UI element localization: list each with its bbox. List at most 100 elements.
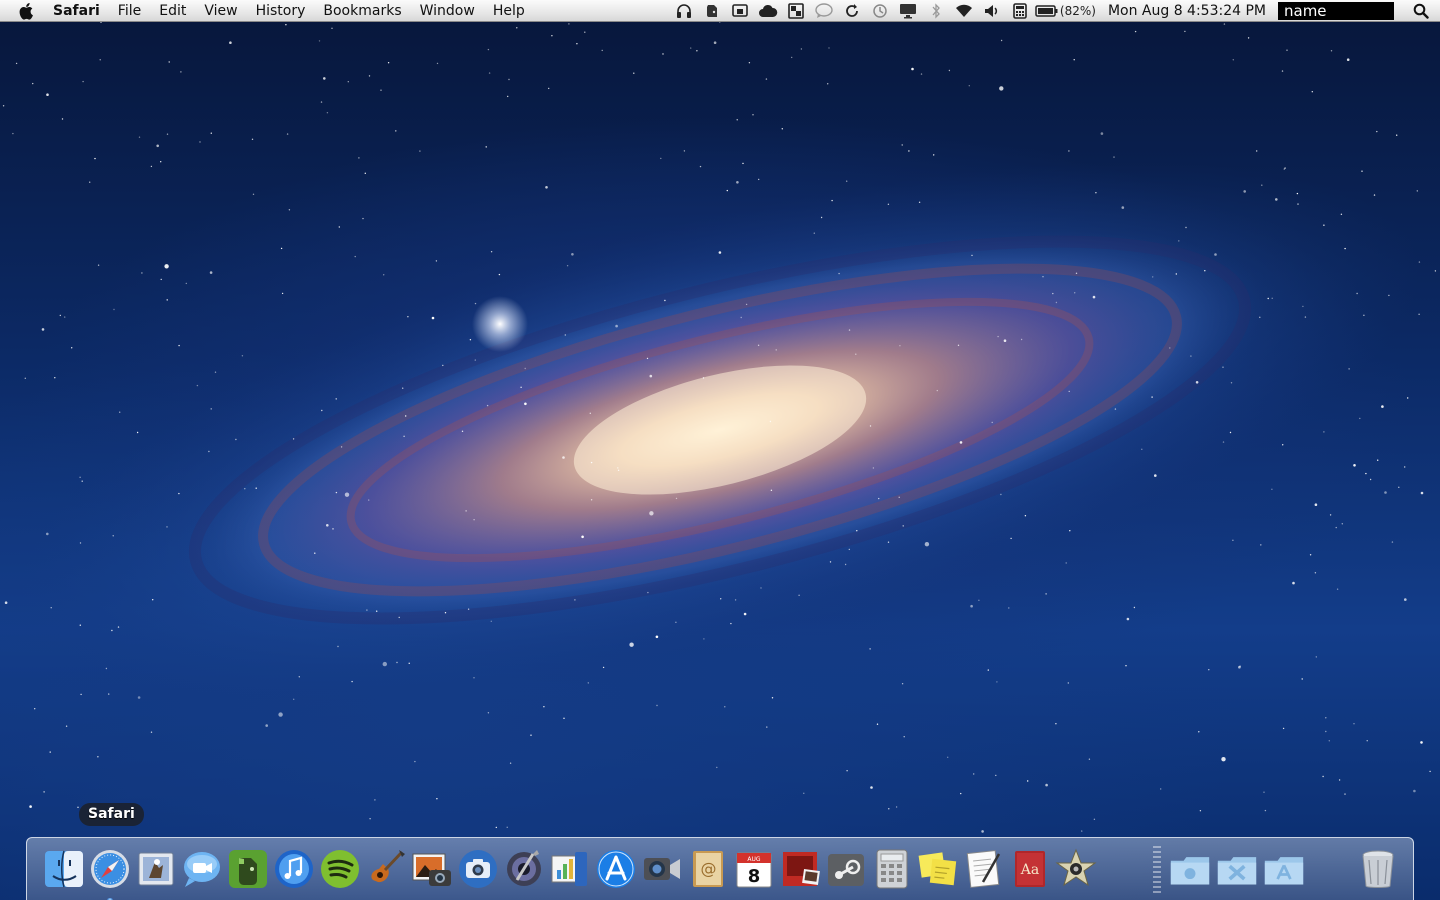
applications-stack[interactable] [1263, 848, 1309, 890]
ichat-icon[interactable] [181, 848, 223, 890]
star-dot [408, 662, 410, 664]
star-dot [1309, 554, 1312, 556]
menu-help[interactable]: Help [484, 0, 534, 22]
star-dot [995, 774, 997, 777]
star-dot [152, 599, 154, 601]
star-dot [856, 530, 858, 532]
imovie-icon[interactable] [1055, 848, 1097, 890]
star-dot [1093, 818, 1096, 820]
menu-window[interactable]: Window [411, 0, 484, 22]
volume-icon[interactable] [978, 0, 1006, 22]
star-dot [1195, 381, 1199, 384]
ical-icon[interactable]: AUG 8 [733, 848, 775, 890]
star-dot [160, 278, 162, 281]
star-dot [718, 251, 722, 254]
documents-stack[interactable] [1169, 848, 1215, 890]
bluetooth-icon[interactable] [922, 0, 950, 22]
star-dot [1361, 170, 1363, 172]
menu-file[interactable]: File [109, 0, 150, 22]
star-dot [1328, 740, 1331, 742]
dictionary-icon[interactable]: Aa [1009, 848, 1051, 890]
star-dot [419, 150, 421, 152]
safari-icon[interactable] [89, 848, 131, 890]
star-dot [338, 226, 340, 228]
textedit-icon[interactable] [963, 848, 1005, 890]
evernote-icon[interactable] [698, 0, 726, 22]
facetime-icon[interactable] [641, 848, 683, 890]
menu-bookmarks[interactable]: Bookmarks [314, 0, 410, 22]
mail-icon[interactable] [135, 848, 177, 890]
star-dot [298, 676, 300, 678]
star-dot [1404, 598, 1407, 601]
star-dot [108, 693, 110, 695]
star-dot [1067, 682, 1070, 684]
address-book-icon[interactable]: @ [687, 848, 729, 890]
star-dot [1366, 740, 1368, 742]
headphones-icon[interactable] [670, 0, 698, 22]
star-dot [869, 425, 872, 427]
spotify-icon[interactable] [319, 848, 361, 890]
finder-icon[interactable] [43, 848, 85, 890]
itunes-icon[interactable] [273, 848, 315, 890]
menu-app-name[interactable]: Safari [44, 0, 109, 22]
star-dot [876, 723, 879, 725]
star-dot [403, 435, 405, 437]
photo-booth-icon[interactable] [457, 848, 499, 890]
iphoto-icon[interactable] [411, 848, 453, 890]
star-dot [168, 61, 170, 63]
wifi-icon[interactable] [950, 0, 978, 22]
star-dot [798, 594, 800, 596]
spotlight-search-icon[interactable] [1408, 0, 1434, 22]
time-machine-icon[interactable] [866, 0, 894, 22]
star-dot [920, 73, 923, 75]
star-dot [1325, 730, 1327, 733]
star-dot [720, 598, 722, 600]
evernote-icon[interactable] [227, 848, 269, 890]
star-dot [901, 683, 904, 685]
dock-tooltip: Safari [79, 803, 144, 826]
app-store-icon[interactable] [595, 848, 637, 890]
utilities-stack[interactable] [1216, 848, 1262, 890]
cloud-icon[interactable] [754, 0, 782, 22]
keynote-icon[interactable] [549, 848, 591, 890]
star-dot [902, 525, 904, 527]
star-dot [469, 339, 472, 341]
dropbox-icon[interactable] [782, 0, 810, 22]
star-dot [1088, 758, 1091, 760]
star-dot [675, 497, 678, 500]
apple-menu-icon[interactable] [10, 0, 44, 22]
star-dot [1296, 192, 1299, 195]
garageband-icon[interactable] [365, 848, 407, 890]
battery-icon[interactable] [1034, 0, 1060, 22]
star-dot [813, 232, 815, 234]
trash-icon[interactable] [1357, 848, 1399, 890]
star-dot [742, 162, 744, 165]
battery-percentage[interactable]: (82%) [1060, 4, 1096, 18]
calculator-icon[interactable] [871, 848, 913, 890]
ical-month-label: AUG [747, 856, 760, 863]
stickies-icon[interactable] [917, 848, 959, 890]
star-dot [487, 48, 490, 51]
star-dot [1065, 562, 1067, 564]
menu-view[interactable]: View [195, 0, 246, 22]
steam-icon[interactable] [825, 848, 867, 890]
star-dot [1322, 775, 1324, 778]
sync-icon[interactable] [838, 0, 866, 22]
star-dot [1286, 49, 1288, 51]
messages-icon[interactable] [810, 0, 838, 22]
menubar-clock[interactable]: Mon Aug 8 4:53:24 PM [1108, 3, 1266, 19]
calculator-icon[interactable] [1006, 0, 1034, 22]
star-dot [769, 420, 772, 423]
star-dot [138, 136, 141, 138]
menu-history[interactable]: History [247, 0, 315, 22]
star-dot [1323, 431, 1325, 433]
fast-user-switching-name[interactable]: name [1278, 2, 1394, 20]
star-dot [488, 72, 491, 74]
menu-edit[interactable]: Edit [150, 0, 195, 22]
airplay-display-icon[interactable] [894, 0, 922, 22]
photo-viewer-icon[interactable] [779, 848, 821, 890]
display-icon[interactable] [726, 0, 754, 22]
star-dot [1190, 355, 1192, 357]
star-dot [524, 402, 527, 406]
aperture-icon[interactable] [503, 848, 545, 890]
